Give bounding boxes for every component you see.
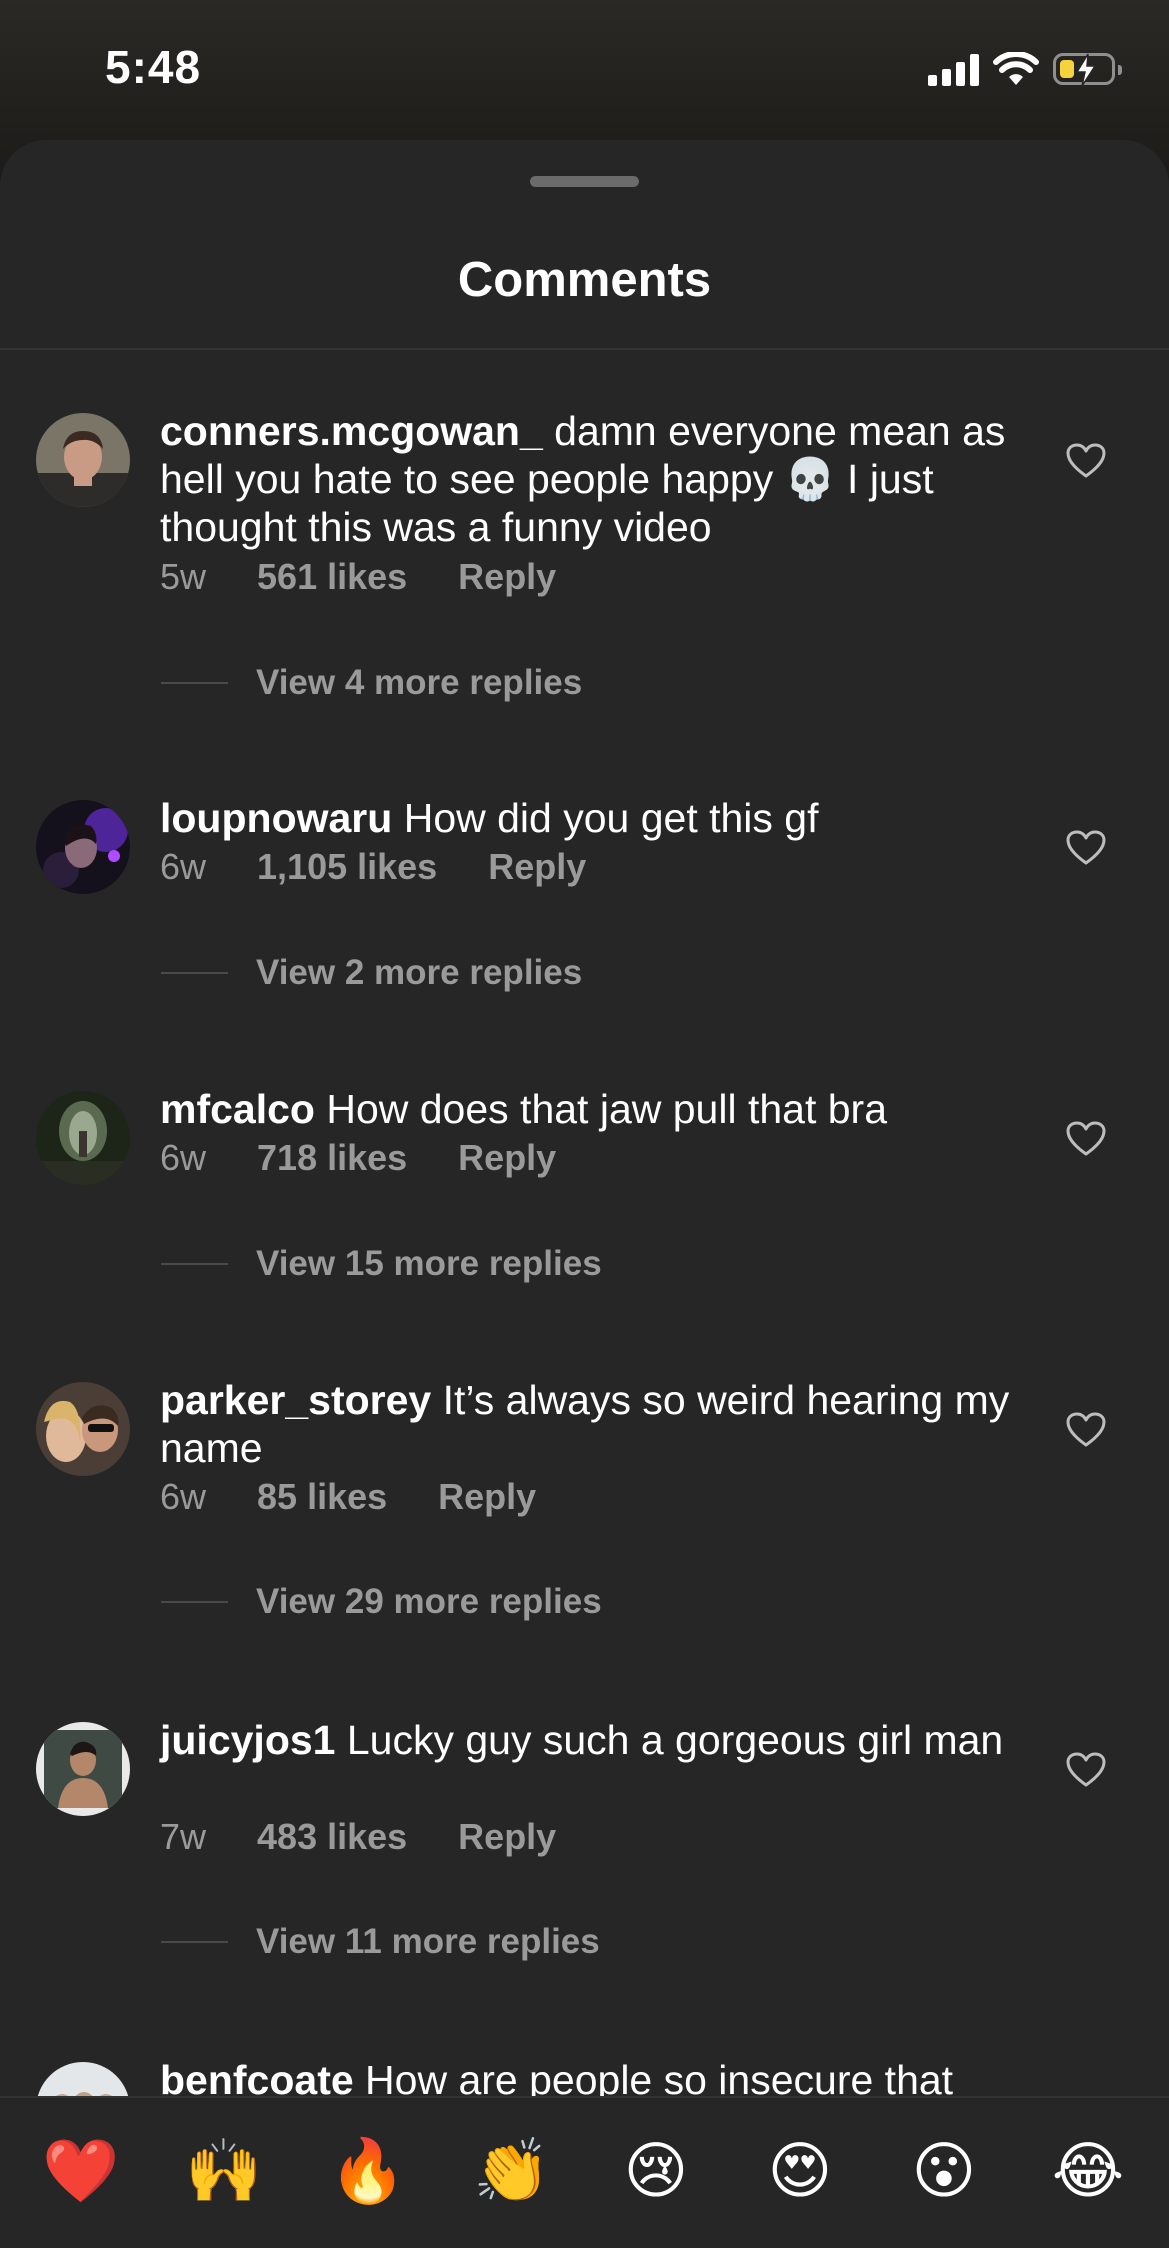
fire-emoji-button[interactable]: 🔥 bbox=[328, 2136, 408, 2206]
comment-body: conners.mcgowan_ damn everyone mean as h… bbox=[160, 407, 1010, 551]
comment-username[interactable]: parker_storey bbox=[160, 1377, 431, 1423]
battery-charging-icon bbox=[1053, 53, 1122, 87]
screen: 5:48 Comments conners.mcgowan_ damn ever… bbox=[0, 0, 1169, 2248]
comment-username[interactable]: conners.mcgowan_ bbox=[160, 408, 543, 454]
comment-username[interactable]: loupnowaru bbox=[160, 795, 392, 841]
comment-body: parker_storey It’s always so weird heari… bbox=[160, 1376, 1010, 1472]
view-more-replies-button[interactable]: View 11 more replies bbox=[161, 1922, 600, 1962]
raising-hands-emoji-button[interactable]: 🙌 bbox=[184, 2136, 264, 2206]
comment-likes-count[interactable]: 85 likes bbox=[257, 1476, 387, 1518]
comment-age: 7w bbox=[160, 1816, 207, 1857]
replies-divider-line bbox=[161, 1941, 228, 1943]
like-heart-icon[interactable] bbox=[1066, 443, 1106, 479]
avatar[interactable] bbox=[36, 413, 130, 507]
cellular-signal-icon bbox=[928, 52, 979, 86]
comment-text: How did you get this gf bbox=[392, 795, 819, 841]
clapping-hands-emoji-button[interactable]: 👏 bbox=[472, 2136, 552, 2206]
reply-button[interactable]: Reply bbox=[458, 556, 556, 598]
reply-button[interactable]: Reply bbox=[488, 846, 586, 888]
status-time: 5:48 bbox=[105, 41, 202, 93]
comment-meta: 7w 483 likes Reply bbox=[160, 1816, 556, 1858]
reply-button[interactable]: Reply bbox=[438, 1476, 536, 1518]
view-more-replies-button[interactable]: View 15 more replies bbox=[161, 1244, 602, 1284]
comment-username[interactable]: juicyjos1 bbox=[160, 1717, 335, 1763]
view-more-replies-label: View 4 more replies bbox=[256, 663, 583, 702]
replies-divider-line bbox=[161, 682, 228, 684]
like-heart-icon[interactable] bbox=[1066, 1121, 1106, 1157]
like-heart-icon[interactable] bbox=[1066, 830, 1106, 866]
view-more-replies-label: View 15 more replies bbox=[256, 1244, 602, 1283]
reply-button[interactable]: Reply bbox=[458, 1137, 556, 1179]
avatar[interactable] bbox=[36, 1722, 130, 1816]
like-heart-icon[interactable] bbox=[1066, 1412, 1106, 1448]
comment-age: 6w bbox=[160, 846, 207, 887]
open-mouth-face-emoji-button[interactable]: 😮 bbox=[904, 2136, 984, 2206]
comment-meta: 6w 1,105 likes Reply bbox=[160, 846, 586, 888]
tears-of-joy-emoji-button[interactable]: 😂 bbox=[1048, 2136, 1128, 2206]
heart-eyes-emoji-button[interactable]: 😍 bbox=[760, 2136, 840, 2206]
avatar[interactable] bbox=[36, 2062, 130, 2100]
view-more-replies-button[interactable]: View 2 more replies bbox=[161, 953, 582, 993]
comment-body: loupnowaru How did you get this gf bbox=[160, 794, 1010, 842]
sheet-title: Comments bbox=[457, 253, 712, 307]
red-heart-emoji-button[interactable]: ❤️ bbox=[41, 2136, 121, 2206]
view-more-replies-label: View 11 more replies bbox=[256, 1922, 600, 1961]
reaction-emoji-bar: ❤️ 🙌 🔥 👏 😢 😍 😮 😂 bbox=[0, 2096, 1169, 2248]
comment-likes-count[interactable]: 483 likes bbox=[257, 1816, 407, 1858]
comment-text: How does that jaw pull that bra bbox=[314, 1086, 887, 1132]
comment-body: benfcoate How are people so insecure tha… bbox=[160, 2056, 1010, 2100]
comment-age: 5w bbox=[160, 556, 207, 597]
comment-likes-count[interactable]: 561 likes bbox=[257, 556, 407, 598]
comment-text: How are people so insecure that bbox=[353, 2057, 954, 2100]
avatar[interactable] bbox=[36, 800, 130, 894]
view-more-replies-button[interactable]: View 29 more replies bbox=[161, 1582, 602, 1622]
comment-meta: 5w 561 likes Reply bbox=[160, 556, 556, 598]
comments-sheet: Comments conners.mcgowan_ damn everyone … bbox=[0, 140, 1169, 2248]
comment-text: Lucky guy such a gorgeous girl man bbox=[335, 1717, 1004, 1763]
view-more-replies-label: View 2 more replies bbox=[256, 953, 583, 992]
comment-likes-count[interactable]: 1,105 likes bbox=[257, 846, 437, 888]
crying-face-emoji-button[interactable]: 😢 bbox=[616, 2136, 696, 2206]
comment-username[interactable]: mfcalco bbox=[160, 1086, 315, 1132]
comment-list[interactable]: conners.mcgowan_ damn everyone mean as h… bbox=[0, 350, 1169, 2100]
like-heart-icon[interactable] bbox=[1066, 1752, 1106, 1788]
comment-likes-count[interactable]: 718 likes bbox=[257, 1137, 407, 1179]
reply-button[interactable]: Reply bbox=[458, 1816, 556, 1858]
comment-body: mfcalco How does that jaw pull that bra bbox=[160, 1085, 1010, 1133]
wifi-icon bbox=[993, 52, 1039, 85]
replies-divider-line bbox=[161, 1601, 228, 1603]
comment-age: 6w bbox=[160, 1137, 207, 1178]
status-icons bbox=[928, 52, 1122, 87]
replies-divider-line bbox=[161, 972, 228, 974]
comment-meta: 6w 85 likes Reply bbox=[160, 1476, 536, 1518]
avatar[interactable] bbox=[36, 1091, 130, 1185]
sheet-grabber-handle[interactable] bbox=[530, 176, 639, 187]
view-more-replies-label: View 29 more replies bbox=[256, 1582, 602, 1621]
view-more-replies-button[interactable]: View 4 more replies bbox=[161, 663, 582, 703]
comment-meta: 6w 718 likes Reply bbox=[160, 1137, 556, 1179]
avatar[interactable] bbox=[36, 1382, 130, 1476]
comment-body: juicyjos1 Lucky guy such a gorgeous girl… bbox=[160, 1716, 1010, 1764]
replies-divider-line bbox=[161, 1263, 228, 1265]
comment-age: 6w bbox=[160, 1476, 207, 1517]
comment-username[interactable]: benfcoate bbox=[160, 2057, 354, 2100]
status-bar: 5:48 bbox=[0, 0, 1169, 140]
